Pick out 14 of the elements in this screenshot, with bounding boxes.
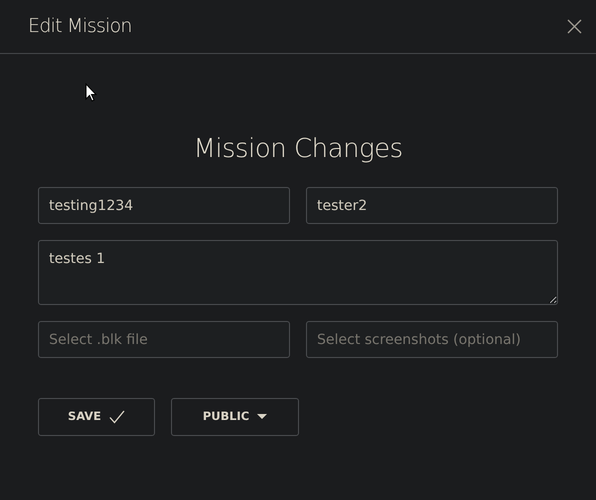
visibility-dropdown-button[interactable]: PUBLIC xyxy=(171,398,299,436)
file-select-field[interactable]: Select screenshots (optional) xyxy=(306,321,558,358)
checkmark-icon xyxy=(109,410,126,424)
text-input-field[interactable]: tester2 xyxy=(306,187,558,224)
caret-icon xyxy=(257,414,268,420)
save-button[interactable]: SAVE xyxy=(38,398,155,436)
close-icon xyxy=(567,19,582,34)
window-title: Edit Mission xyxy=(28,14,132,40)
file-select-field[interactable]: Select .blk file xyxy=(38,321,290,358)
description-textarea[interactable]: testes 1 xyxy=(38,240,558,305)
text-input-field[interactable]: testing1234 xyxy=(38,187,290,224)
close-button[interactable] xyxy=(565,17,584,36)
mouse-cursor-icon xyxy=(85,83,97,102)
form-heading: Mission Changes xyxy=(192,133,404,166)
